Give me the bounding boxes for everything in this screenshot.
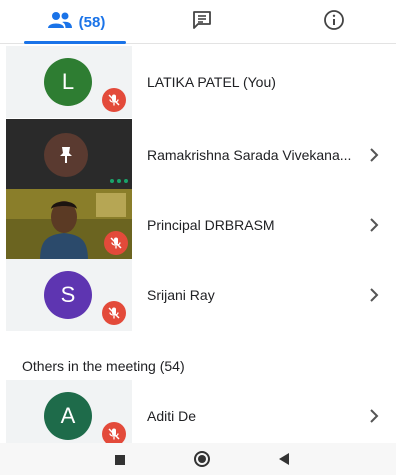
others-section-title: Others in the meeting (54) bbox=[22, 358, 185, 374]
participant-name: LATIKA PATEL (You) bbox=[147, 74, 276, 90]
participant-tile bbox=[6, 119, 132, 191]
chat-icon bbox=[191, 9, 213, 36]
participant-tile: A bbox=[6, 380, 132, 443]
participant-row[interactable]: Principal DRBRASM bbox=[0, 189, 396, 261]
mic-off-icon bbox=[102, 301, 126, 325]
participant-row[interactable]: Ramakrishna Sarada Vivekana... bbox=[0, 119, 396, 191]
participant-row[interactable]: S Srijani Ray bbox=[0, 259, 396, 331]
participant-name: Ramakrishna Sarada Vivekana... bbox=[147, 147, 352, 163]
participant-row[interactable]: L LATIKA PATEL (You) bbox=[0, 46, 396, 118]
chevron-right-icon[interactable] bbox=[364, 145, 384, 165]
participant-row[interactable]: A Aditi De bbox=[0, 380, 396, 443]
home-button[interactable] bbox=[193, 450, 211, 473]
people-icon bbox=[47, 11, 73, 34]
participant-name: Srijani Ray bbox=[147, 287, 215, 303]
participant-name: Principal DRBRASM bbox=[147, 217, 275, 233]
recents-button[interactable] bbox=[114, 453, 126, 471]
tab-bar: (58) bbox=[0, 0, 396, 44]
info-icon bbox=[323, 9, 345, 36]
participant-video-tile bbox=[6, 189, 132, 261]
people-count: (58) bbox=[78, 13, 106, 31]
tab-chat[interactable] bbox=[150, 0, 254, 44]
participant-name: Aditi De bbox=[147, 408, 197, 424]
tab-people[interactable]: (58) bbox=[20, 0, 132, 44]
avatar: A bbox=[44, 392, 92, 440]
tab-info[interactable] bbox=[282, 0, 386, 44]
pin-icon bbox=[44, 133, 88, 177]
participant-tile: L bbox=[6, 46, 132, 118]
active-tab-indicator bbox=[24, 41, 126, 44]
system-nav-bar bbox=[0, 443, 396, 475]
back-button[interactable] bbox=[277, 452, 291, 471]
more-options-icon[interactable] bbox=[109, 171, 129, 183]
chevron-right-icon[interactable] bbox=[364, 285, 384, 305]
mic-off-icon bbox=[104, 231, 128, 255]
avatar: L bbox=[44, 58, 92, 106]
mic-off-icon bbox=[102, 88, 126, 112]
participant-tile: S bbox=[6, 259, 132, 331]
chevron-right-icon[interactable] bbox=[364, 406, 384, 426]
mic-off-icon bbox=[102, 422, 126, 443]
chevron-right-icon[interactable] bbox=[364, 215, 384, 235]
avatar: S bbox=[44, 271, 92, 319]
